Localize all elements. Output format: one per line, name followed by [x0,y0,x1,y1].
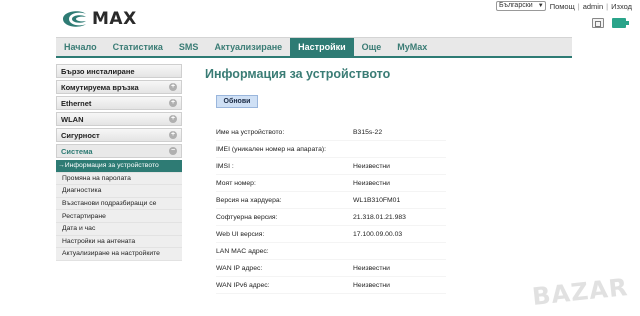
expand-icon[interactable]: + [169,131,177,139]
sidebar-item-label: Система [61,146,93,156]
tab-settings[interactable]: Настройки [290,38,354,56]
info-row-webui-version: Web UI версия: 17.100.09.00.03 [216,226,446,243]
info-label: LAN MAC адрес: [216,247,269,255]
submenu-antenna-settings[interactable]: Настройки на антената [56,236,182,249]
system-submenu: →Информация за устройството Промяна на п… [56,160,182,261]
info-value: B315s-22 [353,128,383,136]
logo-text: MAX [92,9,137,29]
language-select-value: Български [498,2,533,9]
sidebar-item-label: Бързо инсталиране [61,66,135,76]
tab-sms[interactable]: SMS [171,38,207,56]
divider: | [577,1,580,11]
info-label: WAN IPv6 адрес: [216,281,270,289]
tab-home[interactable]: Начало [56,38,105,56]
sidebar-item-label: Сигурност [61,130,100,140]
info-row-software-version: Софтуерна версия: 21.318.01.21.983 [216,209,446,226]
device-info-table: Име на устройството: B315s-22 IMEI (уник… [216,124,446,294]
expand-icon[interactable]: + [169,83,177,91]
info-value: Неизвестни [353,179,390,187]
tab-mymax[interactable]: MyMax [389,38,435,56]
info-value: 17.100.09.00.03 [353,230,403,238]
status-icons [592,18,629,28]
submenu-device-info[interactable]: →Информация за устройството [56,160,182,173]
logout-link[interactable]: Изход [611,2,632,11]
help-link[interactable]: Помощ [550,2,575,11]
sidebar-item-wlan[interactable]: WLAN + [56,112,182,126]
info-label: IMEI (уникален номер на апарата): [216,145,327,153]
info-value: Неизвестни [353,281,390,289]
sidebar-item-security[interactable]: Сигурност + [56,128,182,142]
info-row-device-name: Име на устройството: B315s-22 [216,124,446,141]
divider: | [606,1,609,11]
info-value: Неизвестни [353,162,390,170]
info-row-wan-ipv6: WAN IPv6 адрес: Неизвестни [216,277,446,294]
tab-statistics[interactable]: Статистика [105,38,171,56]
info-row-imei: IMEI (уникален номер на апарата): [216,141,446,158]
info-label: Моят номер: [216,179,256,187]
info-value: Неизвестни [353,264,390,272]
info-label: Име на устройството: [216,128,285,136]
info-value: WL1B310FM01 [353,196,401,204]
submenu-reboot[interactable]: Рестартиране [56,210,182,223]
submenu-update-settings[interactable]: Актуализиране на настройките [56,248,182,261]
brand-logo: MAX [60,7,137,31]
main-nav: Начало Статистика SMS Актуализиране Наст… [56,37,572,58]
info-label: WAN IP адрес: [216,264,263,272]
info-row-hardware-version: Версия на хардуера: WL1B310FM01 [216,192,446,209]
sidebar: Бързо инсталиране Комутируема връзка + E… [56,64,182,261]
submenu-date-time[interactable]: Дата и час [56,223,182,236]
submenu-diagnostics[interactable]: Диагностика [56,185,182,198]
sidebar-item-system[interactable]: Система − [56,144,182,158]
refresh-button[interactable]: Обнови [216,95,258,108]
info-label: Web UI версия: [216,230,265,238]
logo-swirl-icon [63,11,86,27]
info-row-lan-mac: LAN MAC адрес: [216,243,446,260]
sidebar-item-dialup[interactable]: Комутируема връзка + [56,80,182,94]
sidebar-item-ethernet[interactable]: Ethernet + [56,96,182,110]
expand-icon[interactable]: + [169,115,177,123]
connection-status-icon[interactable] [612,18,629,28]
info-label: Софтуерна версия: [216,213,278,221]
language-select[interactable]: Български ▼ [495,1,546,11]
sidebar-item-label: WLAN [61,114,84,124]
tab-update[interactable]: Актуализиране [206,38,290,56]
chevron-down-icon: ▼ [537,3,544,9]
info-row-imsi: IMSI : Неизвестни [216,158,446,175]
user-link[interactable]: admin [583,2,603,11]
sidebar-item-quick-setup[interactable]: Бързо инсталиране [56,64,182,78]
info-row-wan-ip: WAN IP адрес: Неизвестни [216,260,446,277]
top-links: Български ▼ Помощ | admin | Изход [495,1,632,11]
sidebar-item-label: Ethernet [61,98,92,108]
sim-card-icon[interactable] [592,18,604,28]
info-row-my-number: Моят номер: Неизвестни [216,175,446,192]
sidebar-item-label: Комутируема връзка [61,82,139,92]
tab-more[interactable]: Още [354,38,390,56]
submenu-restore-defaults[interactable]: Възстанови подразбиращи се [56,198,182,211]
info-label: IMSI : [216,162,234,170]
collapse-icon[interactable]: − [169,147,177,155]
watermark: BAZAR [530,273,630,311]
info-value: 21.318.01.21.983 [353,213,406,221]
page-title: Информация за устройството [205,67,391,81]
info-label: Версия на хардуера: [216,196,282,204]
submenu-change-password[interactable]: Промяна на паролата [56,173,182,186]
expand-icon[interactable]: + [169,99,177,107]
